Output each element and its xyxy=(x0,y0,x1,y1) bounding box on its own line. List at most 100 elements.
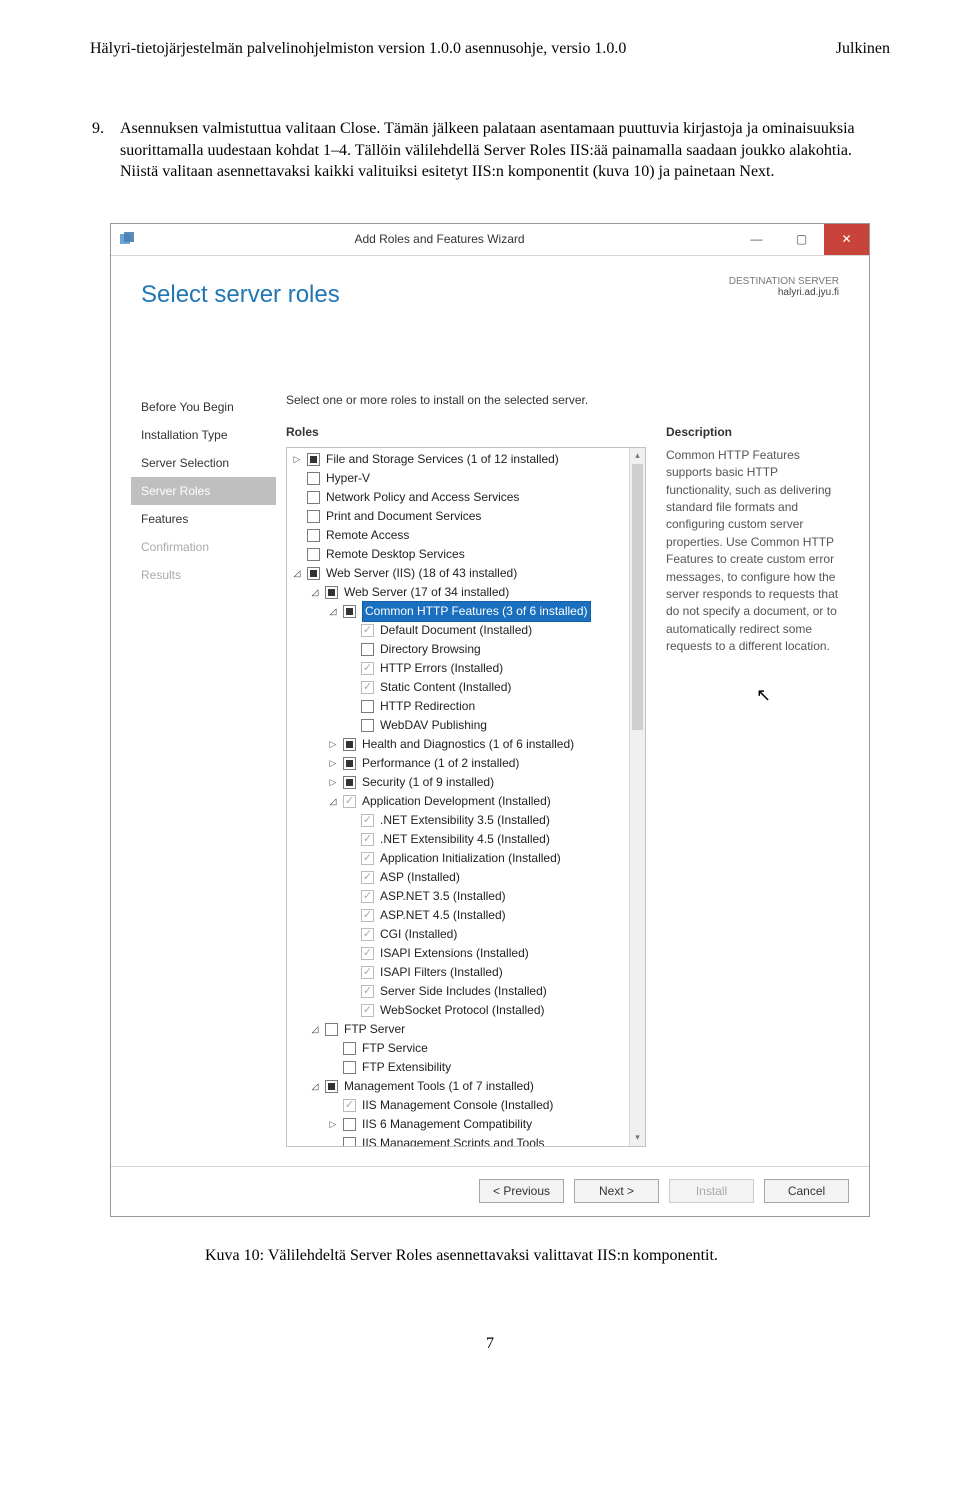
tree-row[interactable]: Remote Access xyxy=(287,526,627,545)
tree-row[interactable]: ◿Common HTTP Features (3 of 6 installed) xyxy=(287,602,627,621)
cancel-button[interactable]: Cancel xyxy=(764,1179,849,1203)
maximize-button[interactable]: ▢ xyxy=(779,224,824,255)
tree-row[interactable]: Server Side Includes (Installed) xyxy=(287,982,627,1001)
checkbox[interactable] xyxy=(361,719,374,732)
checkbox[interactable] xyxy=(307,548,320,561)
install-button[interactable]: Install xyxy=(669,1179,754,1203)
tree-row[interactable]: IIS Management Scripts and Tools xyxy=(287,1134,627,1147)
tree-row[interactable]: ◿Web Server (17 of 34 installed) xyxy=(287,583,627,602)
checkbox[interactable] xyxy=(343,1137,356,1147)
tree-row[interactable]: ◿Web Server (IIS) (18 of 43 installed) xyxy=(287,564,627,583)
checkbox[interactable] xyxy=(361,947,374,960)
checkbox[interactable] xyxy=(343,757,356,770)
checkbox[interactable] xyxy=(361,814,374,827)
tree-row[interactable]: ▷Security (1 of 9 installed) xyxy=(287,773,627,792)
tree-row[interactable]: HTTP Errors (Installed) xyxy=(287,659,627,678)
checkbox[interactable] xyxy=(361,966,374,979)
tree-row[interactable]: WebSocket Protocol (Installed) xyxy=(287,1001,627,1020)
collapse-icon[interactable]: ◿ xyxy=(327,605,339,617)
checkbox[interactable] xyxy=(361,871,374,884)
wizard-step[interactable]: Results xyxy=(131,561,276,589)
tree-row[interactable]: Remote Desktop Services xyxy=(287,545,627,564)
checkbox[interactable] xyxy=(361,681,374,694)
checkbox[interactable] xyxy=(343,776,356,789)
tree-row[interactable]: Directory Browsing xyxy=(287,640,627,659)
tree-row[interactable]: ASP (Installed) xyxy=(287,868,627,887)
tree-row[interactable]: WebDAV Publishing xyxy=(287,716,627,735)
collapse-icon[interactable]: ◿ xyxy=(309,1023,321,1035)
checkbox[interactable] xyxy=(361,985,374,998)
tree-row[interactable]: ▷Performance (1 of 2 installed) xyxy=(287,754,627,773)
tree-row[interactable]: ◿Management Tools (1 of 7 installed) xyxy=(287,1077,627,1096)
tree-row[interactable]: HTTP Redirection xyxy=(287,697,627,716)
tree-row[interactable]: ISAPI Extensions (Installed) xyxy=(287,944,627,963)
checkbox[interactable] xyxy=(361,852,374,865)
expand-icon[interactable]: ▷ xyxy=(327,1118,339,1130)
tree-row[interactable]: Application Initialization (Installed) xyxy=(287,849,627,868)
checkbox[interactable] xyxy=(343,1118,356,1131)
tree-row[interactable]: ASP.NET 3.5 (Installed) xyxy=(287,887,627,906)
checkbox[interactable] xyxy=(343,738,356,751)
checkbox[interactable] xyxy=(325,586,338,599)
checkbox[interactable] xyxy=(307,472,320,485)
tree-row[interactable]: Print and Document Services xyxy=(287,507,627,526)
checkbox[interactable] xyxy=(361,928,374,941)
checkbox[interactable] xyxy=(361,909,374,922)
tree-row[interactable]: FTP Extensibility xyxy=(287,1058,627,1077)
checkbox[interactable] xyxy=(307,529,320,542)
tree-row[interactable]: IIS Management Console (Installed) xyxy=(287,1096,627,1115)
tree-row[interactable]: ▷IIS 6 Management Compatibility xyxy=(287,1115,627,1134)
wizard-step[interactable]: Confirmation xyxy=(131,533,276,561)
tree-row[interactable]: .NET Extensibility 4.5 (Installed) xyxy=(287,830,627,849)
expand-icon[interactable]: ▷ xyxy=(327,757,339,769)
expand-icon[interactable]: ▷ xyxy=(327,738,339,750)
checkbox[interactable] xyxy=(361,643,374,656)
titlebar[interactable]: Add Roles and Features Wizard — ▢ ✕ xyxy=(111,224,869,256)
scrollbar[interactable]: ▴ ▾ xyxy=(629,448,645,1146)
checkbox[interactable] xyxy=(325,1080,338,1093)
checkbox[interactable] xyxy=(361,700,374,713)
tree-row[interactable]: Hyper-V xyxy=(287,469,627,488)
wizard-step[interactable]: Installation Type xyxy=(131,421,276,449)
tree-row[interactable]: CGI (Installed) xyxy=(287,925,627,944)
wizard-step[interactable]: Features xyxy=(131,505,276,533)
close-button[interactable]: ✕ xyxy=(824,224,869,255)
scroll-down-icon[interactable]: ▾ xyxy=(630,1130,645,1146)
minimize-button[interactable]: — xyxy=(734,224,779,255)
collapse-icon[interactable]: ◿ xyxy=(309,586,321,598)
collapse-icon[interactable]: ◿ xyxy=(291,567,303,579)
checkbox[interactable] xyxy=(361,890,374,903)
tree-row[interactable]: ◿FTP Server xyxy=(287,1020,627,1039)
tree-row[interactable]: ◿Application Development (Installed) xyxy=(287,792,627,811)
previous-button[interactable]: < Previous xyxy=(479,1179,564,1203)
checkbox[interactable] xyxy=(343,1042,356,1055)
checkbox[interactable] xyxy=(343,605,356,618)
checkbox[interactable] xyxy=(307,510,320,523)
wizard-step[interactable]: Server Roles xyxy=(131,477,276,505)
tree-row[interactable]: Static Content (Installed) xyxy=(287,678,627,697)
checkbox[interactable] xyxy=(361,833,374,846)
checkbox[interactable] xyxy=(307,453,320,466)
tree-row[interactable]: ISAPI Filters (Installed) xyxy=(287,963,627,982)
roles-tree[interactable]: ▷File and Storage Services (1 of 12 inst… xyxy=(287,450,645,1147)
checkbox[interactable] xyxy=(361,662,374,675)
wizard-step[interactable]: Before You Begin xyxy=(131,393,276,421)
collapse-icon[interactable]: ◿ xyxy=(327,795,339,807)
tree-row[interactable]: Network Policy and Access Services xyxy=(287,488,627,507)
tree-row[interactable]: ▷File and Storage Services (1 of 12 inst… xyxy=(287,450,627,469)
checkbox[interactable] xyxy=(361,1004,374,1017)
collapse-icon[interactable]: ◿ xyxy=(309,1080,321,1092)
checkbox[interactable] xyxy=(343,795,356,808)
tree-row[interactable]: ASP.NET 4.5 (Installed) xyxy=(287,906,627,925)
next-button[interactable]: Next > xyxy=(574,1179,659,1203)
tree-row[interactable]: .NET Extensibility 3.5 (Installed) xyxy=(287,811,627,830)
checkbox[interactable] xyxy=(343,1061,356,1074)
checkbox[interactable] xyxy=(325,1023,338,1036)
checkbox[interactable] xyxy=(361,624,374,637)
checkbox[interactable] xyxy=(307,567,320,580)
tree-row[interactable]: FTP Service xyxy=(287,1039,627,1058)
scroll-thumb[interactable] xyxy=(632,464,643,730)
scroll-up-icon[interactable]: ▴ xyxy=(630,448,645,464)
checkbox[interactable] xyxy=(307,491,320,504)
tree-row[interactable]: Default Document (Installed) xyxy=(287,621,627,640)
